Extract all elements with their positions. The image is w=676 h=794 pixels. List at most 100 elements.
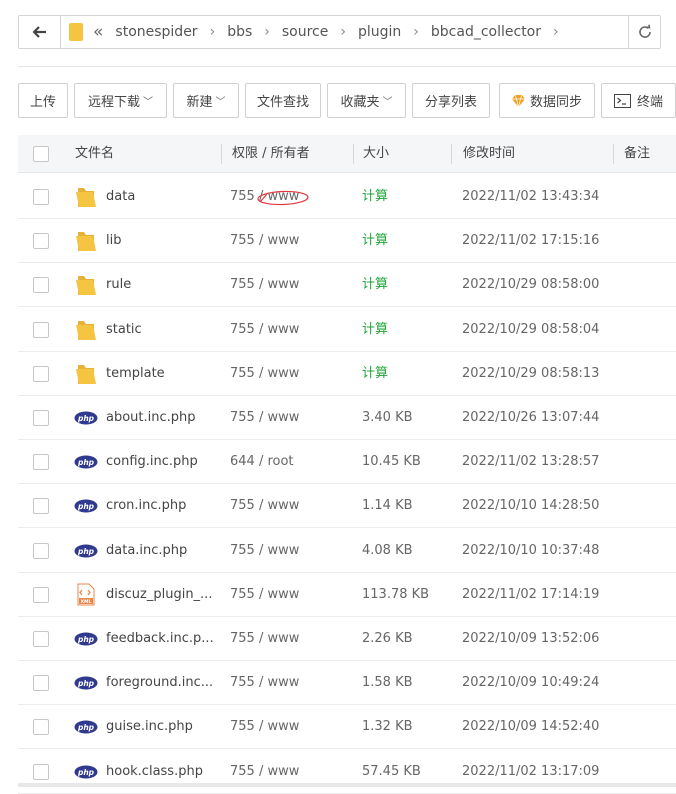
new-button[interactable]: 新建 ﹀ bbox=[173, 83, 239, 118]
row-checkbox[interactable] bbox=[33, 277, 49, 294]
permission-owner[interactable]: 755 / www bbox=[230, 352, 299, 396]
file-name[interactable]: lib bbox=[106, 219, 121, 263]
row-checkbox[interactable] bbox=[33, 321, 49, 338]
modified-time: 2022/11/02 17:14:19 bbox=[462, 586, 600, 602]
row-checkbox[interactable] bbox=[33, 542, 49, 559]
chevron-right-icon: › bbox=[553, 24, 559, 40]
refresh-button[interactable] bbox=[628, 16, 660, 48]
terminal-button[interactable]: 终端 bbox=[601, 83, 676, 118]
find-file-label: 文件查找 bbox=[256, 95, 309, 110]
breadcrumb-item[interactable]: plugin bbox=[358, 24, 401, 40]
permission-owner[interactable]: 755 / www bbox=[230, 705, 299, 749]
find-file-button[interactable]: 文件查找 bbox=[245, 83, 321, 118]
file-name[interactable]: discuz_plugin_... bbox=[106, 573, 212, 617]
file-name[interactable]: data.inc.php bbox=[106, 529, 187, 573]
row-checkbox[interactable] bbox=[33, 763, 49, 780]
table-row[interactable]: lib 755 / www 计算 2022/11/02 17:15:16 bbox=[18, 219, 676, 264]
calculate-size-link[interactable]: 计算 bbox=[362, 263, 388, 307]
svg-text:php: php bbox=[77, 635, 95, 644]
chevron-down-icon: ﹀ bbox=[382, 97, 393, 108]
permission-owner[interactable]: 755 / www bbox=[230, 219, 299, 263]
file-name[interactable]: feedback.inc.p... bbox=[106, 617, 214, 661]
table-row[interactable]: rule 755 / www 计算 2022/10/29 08:58:00 bbox=[18, 263, 676, 308]
php-file-icon: php bbox=[74, 676, 98, 690]
table-row[interactable]: php data.inc.php 755 / www 4.08 KB 2022/10/1… bbox=[18, 529, 676, 573]
php-file-icon: php bbox=[74, 455, 98, 469]
calculate-size-link[interactable]: 计算 bbox=[362, 308, 388, 352]
svg-text:php: php bbox=[77, 679, 95, 688]
file-name[interactable]: guise.inc.php bbox=[106, 705, 193, 749]
row-checkbox[interactable] bbox=[33, 631, 49, 647]
data-sync-button[interactable]: 数据同步 bbox=[499, 83, 595, 118]
file-name[interactable]: config.inc.php bbox=[106, 440, 198, 484]
remote-download-button[interactable]: 远程下载 ﹀ bbox=[74, 83, 167, 118]
permission-owner[interactable]: 755 / www bbox=[230, 263, 299, 307]
breadcrumb-item[interactable]: bbs bbox=[227, 24, 252, 40]
calculate-size-link[interactable]: 计算 bbox=[362, 219, 388, 263]
svg-text:php: php bbox=[77, 546, 95, 555]
xml-file-icon: XML bbox=[77, 583, 95, 606]
chevron-right-icon: › bbox=[340, 24, 346, 40]
address-bar: « stonespider › bbs › source › plugin › … bbox=[18, 15, 661, 49]
calculate-size-link[interactable]: 计算 bbox=[362, 352, 388, 396]
modified-time: 2022/10/29 08:58:04 bbox=[462, 321, 600, 337]
table-row[interactable]: php guise.inc.php 755 / www 1.32 KB 2022/10/… bbox=[18, 705, 676, 750]
row-checkbox[interactable] bbox=[33, 365, 49, 382]
permission-owner[interactable]: 755 / www bbox=[230, 529, 299, 573]
file-name[interactable]: about.inc.php bbox=[106, 396, 196, 440]
share-list-button[interactable]: 分享列表 bbox=[412, 83, 490, 118]
breadcrumb-item[interactable]: stonespider bbox=[115, 24, 197, 40]
double-chevron-left-icon[interactable]: « bbox=[93, 22, 103, 42]
permission-owner[interactable]: 755 / www bbox=[230, 573, 299, 617]
column-divider[interactable] bbox=[613, 144, 614, 164]
header-size[interactable]: 大小 bbox=[363, 135, 389, 173]
file-name[interactable]: template bbox=[106, 352, 165, 396]
permission-owner[interactable]: 755 / www bbox=[230, 617, 299, 661]
table-row[interactable]: data 755 / www 计算 2022/11/02 13:43:34 bbox=[18, 175, 676, 219]
row-checkbox[interactable] bbox=[33, 586, 49, 603]
column-divider[interactable] bbox=[221, 144, 222, 164]
header-perm[interactable]: 权限 / 所有者 bbox=[232, 135, 310, 173]
back-button[interactable] bbox=[19, 16, 61, 48]
file-name[interactable]: cron.inc.php bbox=[106, 484, 186, 528]
row-checkbox[interactable] bbox=[33, 675, 49, 692]
file-size: 3.40 KB bbox=[362, 410, 413, 425]
table-row[interactable]: php about.inc.php 755 / www 3.40 KB 2022/10/… bbox=[18, 396, 676, 440]
breadcrumb-item[interactable]: source bbox=[282, 24, 329, 40]
table-row[interactable]: php foreground.inc... 755 / www 1.58 KB 2022… bbox=[18, 661, 676, 706]
permission-owner[interactable]: 755 / www bbox=[230, 661, 299, 705]
permission-owner[interactable]: 755 / www bbox=[230, 396, 299, 440]
table-row[interactable]: php feedback.inc.p... 755 / www 2.26 KB 2022… bbox=[18, 617, 676, 661]
breadcrumb-item[interactable]: bbcad_collector bbox=[431, 24, 541, 40]
column-divider[interactable] bbox=[353, 144, 354, 164]
modified-time: 2022/10/10 10:37:48 bbox=[462, 542, 600, 558]
row-checkbox[interactable] bbox=[33, 189, 49, 205]
upload-button[interactable]: 上传 bbox=[18, 83, 68, 118]
table-row[interactable]: php cron.inc.php 755 / www 1.14 KB 2022/10/1… bbox=[18, 484, 676, 529]
table-row[interactable]: XML discuz_plugin_... 755 / www 113.78 KB 20… bbox=[18, 573, 676, 617]
row-checkbox[interactable] bbox=[33, 498, 49, 515]
row-checkbox[interactable] bbox=[33, 233, 49, 250]
row-checkbox[interactable] bbox=[33, 410, 49, 426]
table-row[interactable]: static 755 / www 计算 2022/10/29 08:58:04 bbox=[18, 308, 676, 352]
permission-owner[interactable]: 755 / www bbox=[230, 484, 299, 528]
folder-icon bbox=[76, 188, 96, 207]
file-name[interactable]: static bbox=[106, 308, 142, 352]
row-checkbox[interactable] bbox=[33, 454, 49, 471]
permission-owner[interactable]: 644 / root bbox=[230, 440, 294, 484]
horizontal-scrollbar[interactable] bbox=[18, 783, 676, 787]
permission-owner[interactable]: 755 / www bbox=[230, 308, 299, 352]
calculate-size-link[interactable]: 计算 bbox=[362, 175, 388, 219]
column-divider[interactable] bbox=[451, 144, 452, 164]
header-name[interactable]: 文件名 bbox=[75, 135, 114, 173]
favorites-button[interactable]: 收藏夹 ﹀ bbox=[327, 83, 406, 118]
file-name[interactable]: rule bbox=[106, 263, 131, 307]
header-mtime[interactable]: 修改时间 bbox=[463, 135, 515, 173]
row-checkbox[interactable] bbox=[33, 719, 49, 736]
file-name[interactable]: foreground.inc... bbox=[106, 661, 213, 705]
file-name[interactable]: data bbox=[106, 175, 135, 219]
file-size: 4.08 KB bbox=[362, 542, 413, 558]
table-row[interactable]: template 755 / www 计算 2022/10/29 08:58:13 bbox=[18, 352, 676, 396]
select-all-checkbox[interactable] bbox=[33, 146, 49, 162]
table-row[interactable]: php config.inc.php 644 / root 10.45 KB 2022/… bbox=[18, 440, 676, 485]
